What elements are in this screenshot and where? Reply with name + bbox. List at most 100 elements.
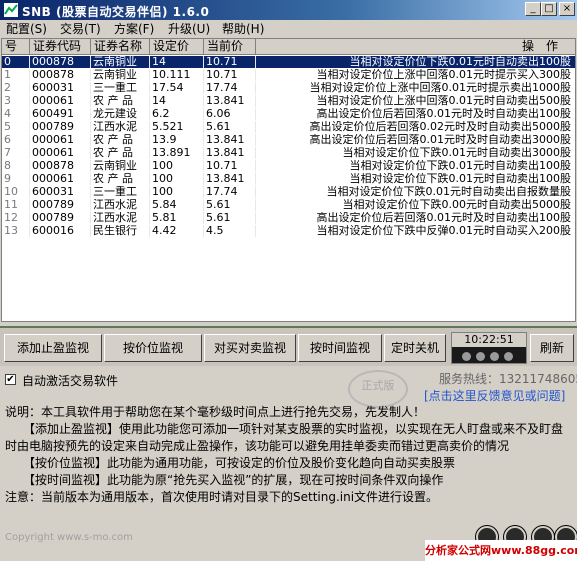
monitor-table[interactable]: 号 证券代码 证券名称 设定价 当前价 操 作 0 000878 云南铜业 14 10.… [1, 38, 576, 322]
menu-trade[interactable]: 交易(T) [56, 21, 105, 37]
cell-name: 云南铜业 [91, 69, 150, 81]
cell-current-price: 13.841 [204, 147, 256, 159]
cell-no: 9 [2, 173, 30, 185]
cell-no: 2 [2, 82, 30, 94]
cell-set-price: 13.891 [150, 147, 204, 159]
cell-action: 高出设定价位后若回落0.01元时及时自动卖出3000股 [309, 134, 572, 146]
cell-current-price: 6.06 [204, 108, 256, 120]
maximize-button[interactable]: □ [541, 2, 557, 16]
cell-no: 7 [2, 147, 30, 159]
table-row[interactable]: 5 000789 江西水泥 5.521 5.61 高出设定价位后若回落0.02元时及时自动… [2, 121, 575, 133]
cell-no: 1 [2, 69, 30, 81]
cell-set-price: 100 [150, 186, 204, 198]
menu-plan[interactable]: 方案(F) [110, 21, 158, 37]
cell-action: 高出设定价位后若回落0.01元时及时自动卖出100股 [316, 212, 572, 224]
cell-name: 农 产 品 [91, 173, 150, 185]
col-header-code[interactable]: 证券代码 [30, 39, 91, 55]
cell-action: 当相对设定价位上涨中回落0.01元时提示买入300股 [316, 69, 572, 81]
cell-set-price: 17.54 [150, 82, 204, 94]
cell-code: 000789 [30, 121, 91, 133]
table-row[interactable]: 9 000061 农 产 品 100 13.841 当相对设定价位下跌0.01元时自动卖出… [2, 173, 575, 185]
cell-current-price: 5.61 [204, 121, 256, 133]
auto-activate-checkbox[interactable]: ✔ [5, 374, 16, 385]
table-row[interactable]: 10 600031 三一重工 100 17.74 当相对设定价位下跌0.01元时自动卖出自… [2, 186, 575, 198]
table-row[interactable]: 11 000789 江西水泥 5.84 5.61 当相对设定价位下跌0.00元时自动卖出5… [2, 199, 575, 211]
col-header-set-price[interactable]: 设定价 [150, 39, 204, 55]
table-row[interactable]: 8 000878 云南铜业 100 10.71 当相对设定价位下跌0.01元时自动卖出10… [2, 160, 575, 172]
col-header-action[interactable]: 操 作 [256, 39, 575, 55]
close-button[interactable]: × [559, 2, 575, 16]
cell-no: 13 [2, 225, 30, 237]
table-row[interactable]: 4 600491 龙元建设 6.2 6.06 高出设定价位后若回落0.01元时及时自动卖出… [2, 108, 575, 120]
table-row[interactable]: 2 600031 三一重工 17.54 17.74 当相对设定价位上涨中回落0.01元时提… [2, 82, 575, 94]
cell-set-price: 10.111 [150, 69, 204, 81]
menu-config[interactable]: 配置(S) [2, 21, 51, 37]
cell-action: 当相对设定价位上涨中回落0.01元时自动卖出500股 [316, 95, 572, 107]
timed-shutdown-button[interactable]: 定时关机 [384, 334, 446, 362]
cell-current-price: 10.71 [204, 160, 256, 172]
description-line: 注意：当前版本为通用版本，首次使用时请对目录下的Setting.ini文件进行设… [5, 490, 439, 504]
menu-bar: 配置(S) 交易(T) 方案(F) 升级(U) 帮助(H) [0, 20, 577, 38]
cell-code: 000061 [30, 173, 91, 185]
col-header-current-price[interactable]: 当前价 [204, 39, 256, 55]
menu-help[interactable]: 帮助(H) [218, 21, 268, 37]
col-header-name[interactable]: 证券名称 [91, 39, 150, 55]
auto-activate-label[interactable]: 自动激活交易软件 [22, 372, 118, 389]
menu-upgrade[interactable]: 升级(U) [164, 21, 214, 37]
cell-current-price: 13.841 [204, 134, 256, 146]
cell-current-price: 13.841 [204, 173, 256, 185]
table-row[interactable]: 3 000061 农 产 品 14 13.841 当相对设定价位上涨中回落0.01元时自动… [2, 95, 575, 107]
cell-code: 000878 [30, 56, 91, 68]
minimize-button[interactable]: _ [525, 2, 541, 16]
clock-display: 10:22:51 [451, 332, 527, 364]
table-row[interactable]: 12 000789 江西水泥 5.81 5.61 高出设定价位后若回落0.01元时及时自动… [2, 212, 575, 224]
cell-code: 000789 [30, 212, 91, 224]
indicator-light [490, 352, 499, 361]
refresh-button[interactable]: 刷新 [530, 334, 574, 362]
cell-current-price: 5.61 [204, 199, 256, 211]
cell-name: 云南铜业 [91, 56, 150, 68]
cell-current-price: 10.71 [204, 56, 256, 68]
cell-current-price: 10.71 [204, 69, 256, 81]
copyright-text: Copyright www.s-mo.com [5, 532, 133, 543]
cell-action: 当相对设定价位下跌0.01元时自动卖出3000股 [342, 147, 572, 159]
add-stop-profit-button[interactable]: 添加止盈监视 [4, 334, 102, 362]
service-hotline: 服务热线：13211748605 [439, 372, 577, 386]
action-toolbar: 添加止盈监视 按价位监视 对买对卖监视 按时间监视 定时关机 10:22:51 … [0, 326, 577, 366]
cell-name: 农 产 品 [91, 147, 150, 159]
indicator-light [476, 352, 485, 361]
table-row[interactable]: 13 600016 民生银行 4.42 4.5 当相对设定价位下跌中反弹0.01元时自动买… [2, 225, 575, 237]
app-icon [4, 3, 18, 17]
table-row[interactable]: 0 000878 云南铜业 14 10.71 当相对设定价位下跌0.01元时自动卖出100… [2, 56, 575, 68]
table-row[interactable]: 1 000878 云南铜业 10.111 10.71 当相对设定价位上涨中回落0.01元时… [2, 69, 575, 81]
time-monitor-button[interactable]: 按时间监视 [298, 334, 382, 362]
feedback-link[interactable]: [点击这里反馈意见或问题] [424, 387, 565, 404]
cell-no: 12 [2, 212, 30, 224]
cell-name: 民生银行 [91, 225, 150, 237]
cell-name: 三一重工 [91, 186, 150, 198]
cell-code: 600031 [30, 186, 91, 198]
cell-code: 600016 [30, 225, 91, 237]
cell-action: 高出设定价位后若回落0.01元时及时自动卖出100股 [316, 108, 572, 120]
cell-code: 000061 [30, 147, 91, 159]
cell-set-price: 5.521 [150, 121, 204, 133]
price-monitor-button[interactable]: 按价位监视 [104, 334, 202, 362]
cell-code: 000061 [30, 134, 91, 146]
cell-code: 000878 [30, 69, 91, 81]
cell-current-price: 17.74 [204, 186, 256, 198]
cell-set-price: 14 [150, 95, 204, 107]
title-bar[interactable]: SNB (股票自动交易伴侣) 1.6.0 _ □ × [0, 0, 577, 20]
table-row[interactable]: 6 000061 农 产 品 13.9 13.841 高出设定价位后若回落0.01元时及时… [2, 134, 575, 146]
pair-trade-monitor-button[interactable]: 对买对卖监视 [204, 334, 296, 362]
col-header-no[interactable]: 号 [2, 39, 30, 55]
cell-current-price: 4.5 [204, 225, 256, 237]
description-line: 说明：本工具软件用于帮助您在某个毫秒级时间点上进行抢先交易，先发制人！ [5, 405, 426, 419]
cell-set-price: 14 [150, 56, 204, 68]
table-row[interactable]: 7 000061 农 产 品 13.891 13.841 当相对设定价位下跌0.01元时自… [2, 147, 575, 159]
cell-code: 600491 [30, 108, 91, 120]
cell-code: 000061 [30, 95, 91, 107]
cell-name: 云南铜业 [91, 160, 150, 172]
cell-action: 高出设定价位后若回落0.02元时及时自动卖出5000股 [309, 121, 572, 133]
cell-code: 000878 [30, 160, 91, 172]
cell-current-price: 17.74 [204, 82, 256, 94]
